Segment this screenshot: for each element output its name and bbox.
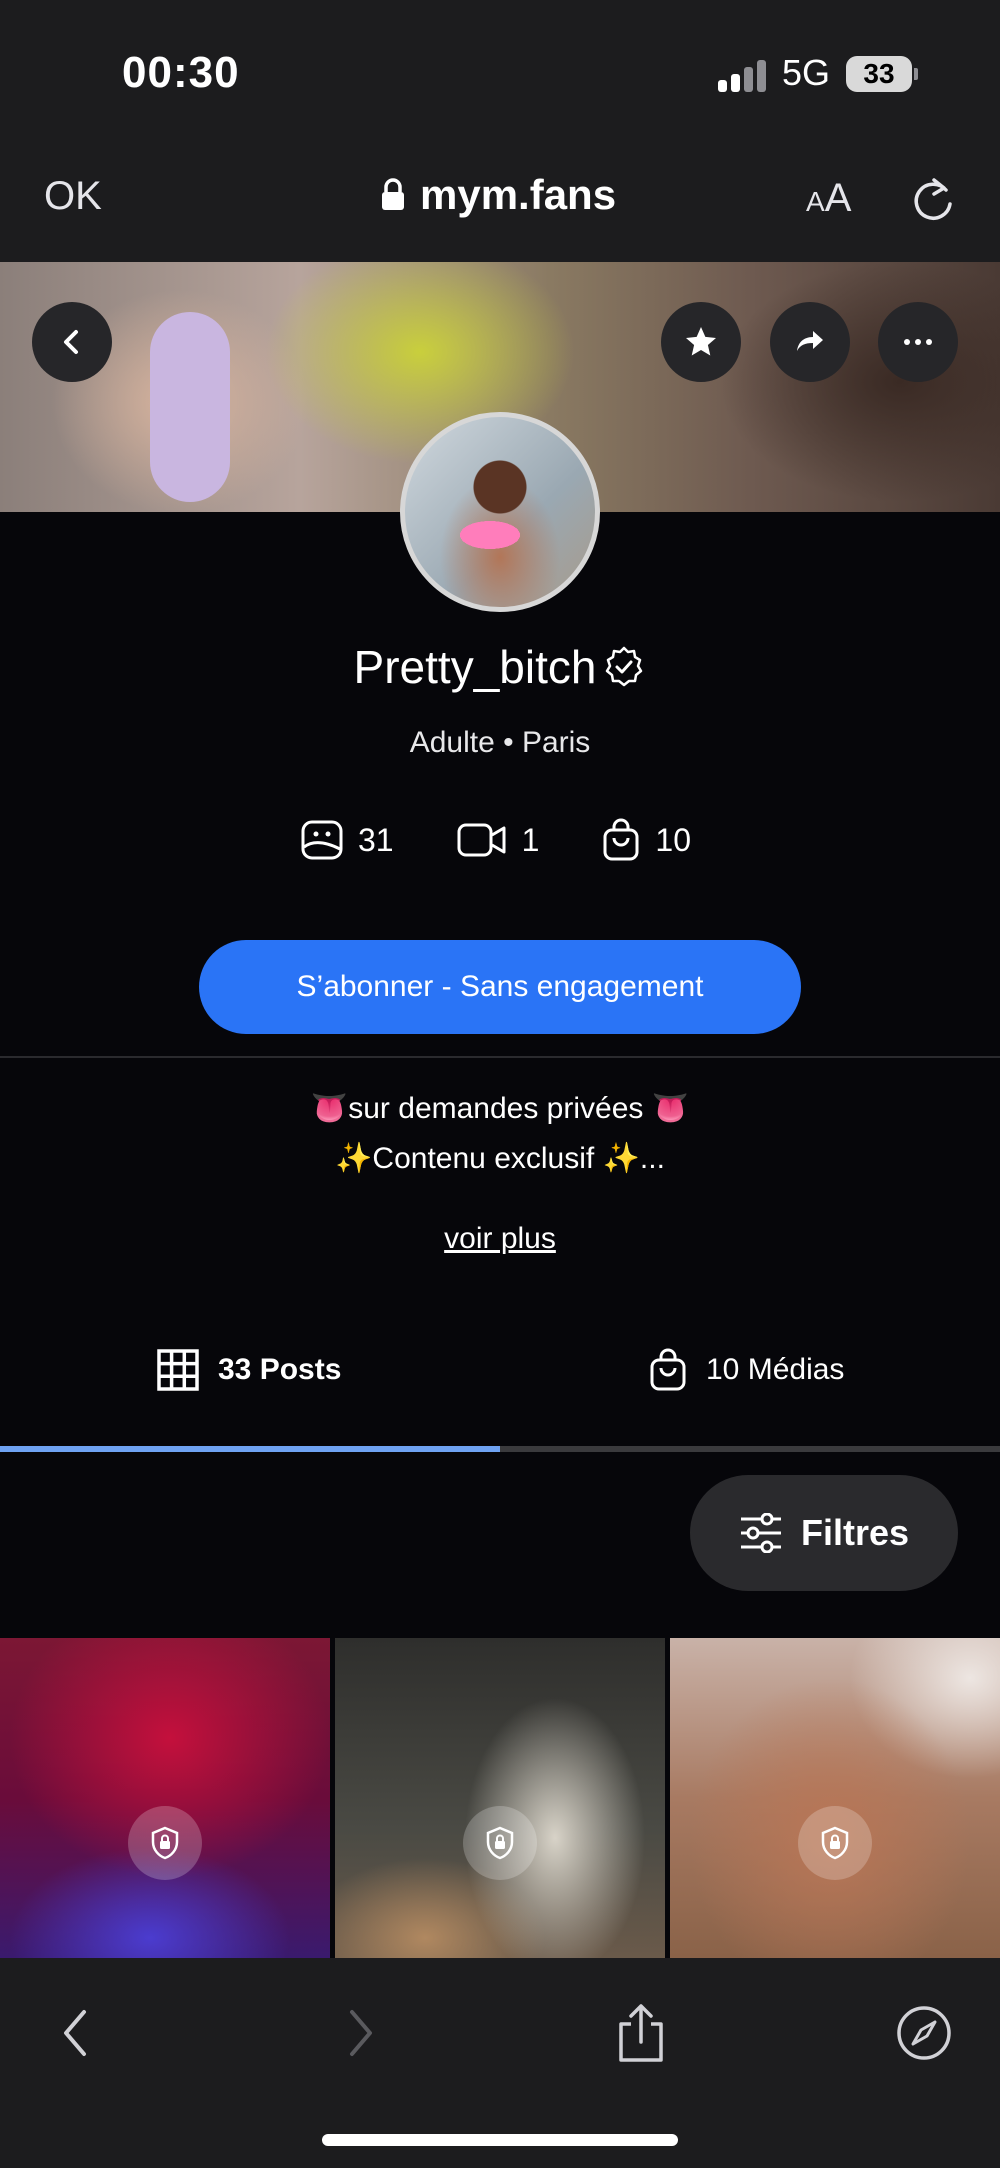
bio-line: 👅sur demandes privées 👅	[310, 1092, 690, 1125]
compass-icon	[897, 2006, 951, 2060]
tab-posts[interactable]: 33 Posts	[156, 1340, 341, 1400]
divider	[0, 1056, 1000, 1058]
star-icon	[686, 327, 716, 356]
verified-badge-icon	[606, 646, 643, 687]
profile-name-row: Pretty_bitch	[0, 640, 1000, 694]
battery-tip	[914, 68, 918, 80]
status-time: 00:30	[122, 48, 240, 97]
browser-forward-button[interactable]	[326, 1998, 396, 2068]
text-size-button[interactable]: AA	[806, 176, 851, 221]
url-text: mym.fans	[420, 171, 617, 218]
bio-line: ✨Contenu exclusif ✨...	[335, 1142, 665, 1175]
browser-header: OK mym.fans AA	[0, 150, 1000, 262]
photos-count: 31	[300, 819, 394, 861]
post-thumbnail[interactable]	[335, 1638, 665, 1958]
filters-label: Filtres	[800, 1512, 910, 1553]
home-indicator	[322, 2134, 678, 2146]
share-icon	[619, 2004, 663, 2062]
profile-bio: 👅sur demandes privées 👅 ✨Contenu exclusi…	[0, 1084, 1000, 1184]
profile-stats: 31 1 10	[300, 818, 691, 862]
username: Pretty_bitch	[353, 641, 597, 693]
share-arrow-icon	[797, 331, 823, 351]
medias-count: 10	[601, 818, 691, 862]
browser-share-button[interactable]	[606, 1998, 676, 2068]
share-button[interactable]	[770, 302, 850, 382]
signal-icon	[718, 58, 770, 92]
locked-badge	[463, 1806, 537, 1880]
subscribe-button[interactable]: S’abonner - Sans engagement	[199, 940, 801, 1034]
shopping-bag-icon	[650, 1348, 686, 1391]
chevron-left-icon	[64, 2010, 86, 2056]
photo-icon	[301, 820, 343, 860]
address-bar[interactable]: mym.fans	[380, 170, 616, 220]
browser-back-button[interactable]	[40, 1998, 110, 2068]
more-horizontal-icon	[904, 339, 932, 345]
network-type: 5G	[782, 52, 831, 93]
see-more-link[interactable]: voir plus	[0, 1222, 1000, 1256]
cover-photo-detail	[150, 312, 230, 502]
lock-icon	[382, 178, 404, 210]
lock-shield-icon	[821, 1826, 849, 1860]
back-button[interactable]	[32, 302, 112, 382]
status-bar: 00:30 5G 33	[0, 0, 1000, 150]
profile-meta: Adulte • Paris	[409, 726, 591, 759]
filters-button[interactable]: Filtres	[690, 1475, 958, 1591]
more-button[interactable]	[878, 302, 958, 382]
post-thumbnail[interactable]	[0, 1638, 330, 1958]
lock-shield-icon	[486, 1826, 514, 1860]
chevron-right-icon	[350, 2010, 372, 2056]
shopping-bag-icon	[603, 818, 639, 861]
reload-icon[interactable]	[910, 174, 956, 224]
posts-grid	[0, 1638, 1000, 1958]
chevron-left-icon	[64, 330, 78, 354]
post-thumbnail[interactable]	[670, 1638, 1000, 1958]
favorite-button[interactable]	[661, 302, 741, 382]
tab-medias[interactable]: 10 Médias	[648, 1340, 844, 1400]
tab-indicator	[0, 1446, 500, 1452]
sliders-icon	[740, 1513, 781, 1553]
avatar[interactable]	[400, 412, 600, 612]
battery-icon: 33	[846, 56, 912, 92]
browser-toolbar	[0, 1958, 1000, 2168]
videos-count: 1	[456, 821, 539, 859]
locked-badge	[798, 1806, 872, 1880]
lock-shield-icon	[151, 1826, 179, 1860]
done-button[interactable]: OK	[44, 174, 102, 219]
grid-icon	[157, 1349, 199, 1391]
safari-button[interactable]	[889, 1998, 959, 2068]
video-camera-icon	[457, 823, 506, 857]
locked-badge	[128, 1806, 202, 1880]
